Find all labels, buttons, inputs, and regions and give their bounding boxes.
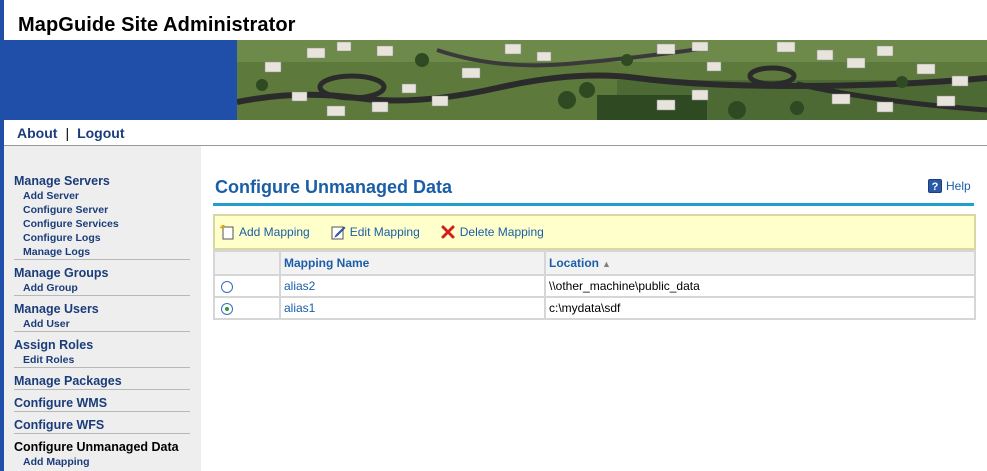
edit-mapping-label: Edit Mapping	[349, 225, 420, 239]
mappings-table: Mapping Name Location ▲ alias2 \\other_ma…	[213, 250, 976, 320]
sidebar-subitem-add-server[interactable]: Add Server	[14, 189, 190, 203]
edit-mapping-button[interactable]: Edit Mapping	[330, 224, 420, 240]
header-banner	[4, 40, 987, 120]
sidebar-group-manage-packages: Manage Packages	[14, 374, 190, 389]
sidebar-subitem-edit-roles[interactable]: Edit Roles	[14, 353, 190, 367]
sidebar-item-configure-wms[interactable]: Configure WMS	[14, 396, 190, 411]
location-cell: \\other_machine\public_data	[544, 274, 976, 298]
sidebar-item-configure-wfs[interactable]: Configure WFS	[14, 418, 190, 433]
mapping-toolbar: Add Mapping Edit Mapping Delete Mapping	[213, 214, 976, 250]
sidebar-item-manage-servers[interactable]: Manage Servers	[14, 174, 190, 189]
sidebar-divider	[14, 367, 190, 368]
sort-ascending-icon: ▲	[602, 259, 611, 269]
sidebar-subitem-configure-services[interactable]: Configure Services	[14, 217, 190, 231]
add-mapping-button[interactable]: Add Mapping	[219, 224, 310, 240]
mapping-name-header-label: Mapping Name	[284, 256, 370, 270]
sidebar-group-manage-servers: Manage Servers Add Server Configure Serv…	[14, 174, 190, 259]
sidebar-divider	[14, 259, 190, 260]
sidebar-group-manage-groups: Manage Groups Add Group	[14, 266, 190, 295]
sidebar-subitem-manage-logs[interactable]: Manage Logs	[14, 245, 190, 259]
column-header-mapping-name[interactable]: Mapping Name	[279, 250, 546, 276]
column-header-select	[213, 250, 281, 276]
delete-mapping-label: Delete Mapping	[459, 225, 544, 239]
sidebar-group-configure-wms: Configure WMS	[14, 396, 190, 411]
sidebar-item-manage-groups[interactable]: Manage Groups	[14, 266, 190, 281]
logout-link[interactable]: Logout	[77, 125, 124, 141]
sidebar-item-configure-unmanaged-data[interactable]: Configure Unmanaged Data	[14, 440, 190, 455]
about-link[interactable]: About	[17, 125, 57, 141]
mapping-name-cell[interactable]: alias2	[279, 274, 546, 298]
sidebar-subitem-add-group[interactable]: Add Group	[14, 281, 190, 295]
sidebar: Manage Servers Add Server Configure Serv…	[4, 146, 201, 471]
mapping-name-cell[interactable]: alias1	[279, 296, 546, 320]
sidebar-subitem-configure-logs[interactable]: Configure Logs	[14, 231, 190, 245]
app-title: MapGuide Site Administrator	[18, 14, 296, 36]
help-link[interactable]: ? Help	[928, 179, 971, 193]
location-header-label: Location	[549, 256, 599, 270]
sidebar-group-configure-unmanaged-data: Configure Unmanaged Data Add Mapping	[14, 440, 190, 469]
top-navigation: About | Logout	[17, 125, 125, 141]
banner-blue-block	[4, 40, 237, 120]
help-icon: ?	[928, 179, 942, 193]
sidebar-group-configure-wfs: Configure WFS	[14, 418, 190, 433]
sidebar-item-manage-users[interactable]: Manage Users	[14, 302, 190, 317]
location-cell: c:\mydata\sdf	[544, 296, 976, 320]
sidebar-group-manage-users: Manage Users Add User	[14, 302, 190, 331]
sidebar-subitem-add-mapping[interactable]: Add Mapping	[14, 455, 190, 469]
delete-x-icon	[440, 224, 456, 240]
row-select-cell	[213, 274, 281, 298]
new-document-icon	[219, 224, 235, 240]
table-row: alias2 \\other_machine\public_data	[213, 274, 976, 298]
sidebar-divider	[14, 411, 190, 412]
sidebar-divider	[14, 433, 190, 434]
sidebar-item-assign-roles[interactable]: Assign Roles	[14, 338, 190, 353]
sidebar-subitem-add-user[interactable]: Add User	[14, 317, 190, 331]
sidebar-subitem-configure-server[interactable]: Configure Server	[14, 203, 190, 217]
delete-mapping-button[interactable]: Delete Mapping	[440, 224, 544, 240]
row-radio-button[interactable]	[221, 280, 233, 293]
title-underline	[213, 203, 974, 206]
sidebar-item-manage-packages[interactable]: Manage Packages	[14, 374, 190, 389]
sidebar-divider	[14, 331, 190, 332]
banner-aerial-photo	[237, 40, 987, 120]
sidebar-group-assign-roles: Assign Roles Edit Roles	[14, 338, 190, 367]
nav-separator: |	[65, 125, 70, 141]
edit-pencil-icon	[330, 224, 346, 240]
row-select-cell	[213, 296, 281, 320]
page-title: Configure Unmanaged Data	[215, 177, 453, 197]
row-radio-button-selected[interactable]	[221, 302, 233, 315]
column-header-location[interactable]: Location ▲	[544, 250, 976, 276]
add-mapping-label: Add Mapping	[239, 225, 310, 239]
sidebar-divider	[14, 295, 190, 296]
table-header-row: Mapping Name Location ▲	[213, 250, 976, 276]
aerial-neighborhood-image	[237, 40, 987, 120]
table-row: alias1 c:\mydata\sdf	[213, 296, 976, 320]
help-label: Help	[946, 179, 971, 193]
sidebar-divider	[14, 389, 190, 390]
